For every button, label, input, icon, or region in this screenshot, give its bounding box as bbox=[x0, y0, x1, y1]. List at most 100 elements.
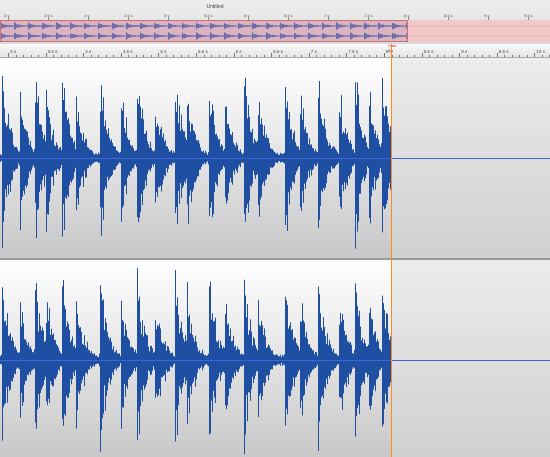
ruler-minor-tick bbox=[75, 55, 77, 57]
ruler-tick-label: 9.5 s bbox=[498, 49, 509, 54]
waveform-channel-2 bbox=[0, 268, 391, 455]
center-line bbox=[0, 360, 550, 361]
ruler-minor-tick bbox=[451, 55, 453, 57]
ruler-minor-tick bbox=[444, 55, 446, 57]
ruler-minor-tick bbox=[436, 55, 438, 57]
ruler-tick-label: 5.5 s bbox=[198, 49, 208, 54]
overview-tick-label: 8.5 s bbox=[444, 13, 453, 18]
ruler-minor-tick bbox=[466, 55, 468, 57]
ruler-minor-tick bbox=[165, 55, 167, 57]
ruler-minor-tick bbox=[173, 55, 175, 57]
ruler-minor-tick bbox=[323, 55, 325, 57]
ruler-minor-tick bbox=[211, 55, 213, 57]
ruler-minor-tick bbox=[105, 55, 107, 57]
ruler-minor-tick bbox=[53, 55, 55, 57]
ruler-minor-tick bbox=[399, 55, 401, 57]
ruler-minor-tick bbox=[23, 55, 25, 57]
ruler-minor-tick bbox=[188, 55, 190, 57]
ruler-minor-tick bbox=[338, 55, 340, 57]
ruler-major-tick bbox=[83, 53, 85, 57]
ruler-minor-tick bbox=[248, 55, 250, 57]
overview-tick-label: 9.5 s bbox=[524, 13, 533, 18]
ruler-minor-tick bbox=[128, 55, 130, 57]
overview-visible-range[interactable] bbox=[0, 20, 408, 42]
ruler-minor-tick bbox=[30, 55, 32, 57]
ruler-minor-tick bbox=[180, 55, 182, 57]
ruler-major-tick bbox=[158, 53, 160, 57]
ruler-minor-tick bbox=[429, 55, 431, 57]
ruler-major-tick bbox=[271, 53, 273, 57]
overview-tick-label: 5.5 s bbox=[204, 13, 213, 18]
ruler-minor-tick bbox=[414, 55, 416, 57]
ruler-minor-tick bbox=[90, 55, 92, 57]
ruler-minor-tick bbox=[218, 55, 220, 57]
ruler-tick-label: 6 s bbox=[235, 49, 242, 54]
overview-tick-label: 3.5 s bbox=[44, 13, 53, 18]
overview-tick-label: 7 s bbox=[324, 13, 330, 18]
ruler-major-tick bbox=[45, 53, 47, 57]
ruler-minor-tick bbox=[361, 55, 363, 57]
ruler-minor-tick bbox=[278, 55, 280, 57]
ruler-minor-tick bbox=[489, 55, 491, 57]
ruler-minor-tick bbox=[376, 55, 378, 57]
ruler-tick-label: 8.5 s bbox=[423, 49, 434, 54]
ruler-major-tick bbox=[233, 53, 235, 57]
ruler-minor-tick bbox=[143, 55, 145, 57]
ruler-minor-tick bbox=[98, 55, 100, 57]
ruler-minor-tick bbox=[541, 55, 543, 57]
waveform-track-channel-1[interactable] bbox=[0, 58, 550, 258]
ruler-tick-label: 6.5 s bbox=[273, 49, 283, 54]
ruler-tick-label: 7.5 s bbox=[348, 49, 359, 54]
waveform-track-channel-2[interactable] bbox=[0, 260, 550, 457]
overview-tick-label: 9 s bbox=[484, 13, 490, 18]
overview-tick-label: 6.5 s bbox=[284, 13, 293, 18]
ruler-minor-tick bbox=[526, 55, 528, 57]
ruler-minor-tick bbox=[113, 55, 115, 57]
overview-tick-label: 3 s bbox=[4, 13, 10, 18]
ruler-minor-tick bbox=[38, 55, 40, 57]
ruler-major-tick bbox=[496, 53, 498, 57]
ruler-major-tick bbox=[196, 53, 197, 57]
ruler-major-tick bbox=[459, 53, 461, 57]
overview-ruler: 3 s 3.5 s 4 s 4.5 s 5 s 5.5 s 6 s 6.5 s 7 s 7.5 s… bbox=[0, 13, 550, 20]
ruler-major-tick bbox=[120, 53, 122, 57]
ruler-tick-label: 10 s bbox=[536, 49, 545, 54]
ruler-minor-tick bbox=[256, 55, 258, 57]
ruler-minor-tick bbox=[353, 55, 355, 57]
ruler-tick-label: 3 s bbox=[10, 49, 17, 54]
ruler-minor-tick bbox=[263, 55, 265, 57]
ruler-minor-tick bbox=[203, 55, 205, 57]
center-line bbox=[0, 158, 550, 159]
overview-strip[interactable]: Untitled 3 s 3.5 s 4 s 4.5 s 5 s 5.5 s 6 s 6.5 … bbox=[0, 0, 550, 45]
ruler-minor-tick bbox=[301, 55, 303, 57]
ruler-minor-tick bbox=[519, 55, 521, 57]
ruler-major-tick bbox=[534, 53, 536, 57]
ruler-minor-tick bbox=[241, 55, 243, 57]
ruler-minor-tick bbox=[150, 55, 152, 57]
audio-editor-window: Untitled 3 s 3.5 s 4 s 4.5 s 5 s 5.5 s 6 s 6.5 … bbox=[0, 0, 550, 457]
ruler-tick-label: 9 s bbox=[461, 49, 468, 54]
ruler-minor-tick bbox=[135, 55, 137, 57]
time-ruler[interactable]: 3 s 3.5 s 4 s 4.5 s 5 s 5.5 s 6 s 6.5 s 7 s 7.5 s… bbox=[0, 44, 550, 58]
overview-tick-label: 7.5 s bbox=[364, 13, 373, 18]
overview-tick-label: 6 s bbox=[244, 13, 250, 18]
ruler-minor-tick bbox=[68, 55, 70, 57]
ruler-minor-tick bbox=[504, 55, 506, 57]
ruler-minor-tick bbox=[226, 55, 228, 57]
overview-tick-label: 4 s bbox=[84, 13, 90, 18]
playhead-cursor[interactable] bbox=[391, 44, 392, 457]
overview-tick-label: 4.5 s bbox=[124, 13, 133, 18]
ruler-minor-tick bbox=[406, 55, 408, 57]
waveform-path bbox=[0, 76, 391, 249]
ruler-minor-tick bbox=[331, 55, 333, 57]
ruler-minor-tick bbox=[368, 55, 370, 57]
ruler-minor-tick bbox=[474, 55, 476, 57]
ruler-major-tick bbox=[308, 53, 310, 57]
ruler-tick-label: 7 s bbox=[310, 49, 317, 54]
ruler-major-tick bbox=[384, 53, 385, 57]
ruler-minor-tick bbox=[293, 55, 295, 57]
ruler-tick-label: 4.5 s bbox=[122, 49, 133, 54]
empty-track-area bbox=[391, 260, 550, 457]
ruler-major-tick bbox=[8, 53, 9, 57]
waveform-path bbox=[0, 268, 391, 455]
